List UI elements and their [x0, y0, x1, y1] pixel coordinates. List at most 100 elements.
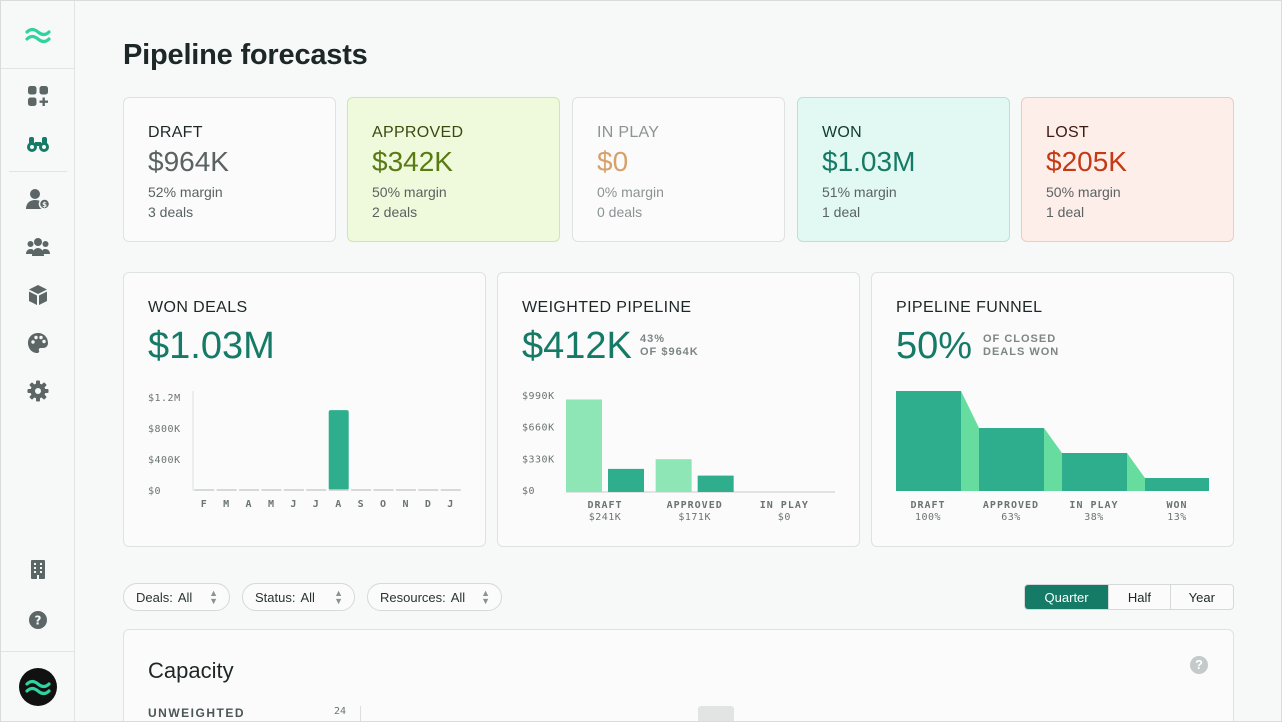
x-tick-label: DRAFT — [910, 500, 945, 511]
filter-key: Deals: — [136, 589, 173, 605]
user-dollar-icon[interactable]: $ — [24, 185, 52, 213]
app-logo[interactable] — [1, 1, 74, 69]
x-tick-value: 38% — [1084, 512, 1104, 523]
weighted-pipeline-card: WEIGHTED PIPELINE $412K 43% OF $964K $0 $… — [497, 272, 860, 547]
y-tick-label: $1.2M — [148, 393, 181, 404]
x-tick-value: 100% — [915, 512, 941, 523]
x-tick-label: APPROVED — [667, 500, 723, 511]
stat-margin: 50% margin — [372, 184, 447, 200]
app-window: $ ? Pipeline forecasts DRAFT $964K 52% m… — [0, 0, 1282, 722]
stat-label: IN PLAY — [597, 124, 660, 141]
funnel-connector — [1044, 428, 1062, 491]
period-half-button[interactable]: Half — [1109, 585, 1171, 609]
stat-margin: 51% margin — [822, 184, 897, 200]
filter-value: All — [177, 589, 193, 605]
x-tick-value: 13% — [1167, 512, 1187, 523]
stat-value: $342K — [372, 146, 453, 177]
won-deals-chart: $0 $400K $800K $1.2M F M A M J J A S O N D J — [148, 391, 461, 510]
stat-deals: 1 deal — [1046, 204, 1085, 220]
sidebar-divider — [1, 651, 74, 652]
help-icon[interactable]: ? — [1190, 656, 1208, 674]
bar — [566, 399, 602, 492]
building-icon[interactable] — [24, 555, 52, 583]
resources-filter[interactable]: Resources: All ▲ ▼ — [367, 583, 502, 611]
page-title: Pipeline forecasts — [123, 39, 368, 71]
funnel-block — [1062, 453, 1127, 491]
y-tick-label: $990K — [522, 391, 555, 402]
period-toggle: Quarter Half Year — [1024, 584, 1234, 610]
x-tick-label: F — [201, 499, 208, 510]
sidebar-divider — [9, 171, 67, 172]
capacity-tick: 24 — [334, 706, 347, 717]
help-icon[interactable]: ? — [24, 606, 52, 634]
gear-icon[interactable] — [24, 377, 52, 405]
weighted-pipeline-chart: $0 $330K $660K $990K DRAFT$241K APPROVED$171K… — [522, 391, 835, 523]
x-tick-label: S — [358, 499, 365, 510]
stat-card-draft[interactable]: DRAFT $964K 52% margin 3 deals — [123, 97, 336, 242]
filter-value: All — [300, 589, 315, 605]
bar — [655, 459, 692, 492]
deals-filter[interactable]: Deals: All ▲ ▼ — [123, 583, 230, 611]
x-tick-label: D — [425, 499, 432, 510]
funnel-connector — [961, 391, 979, 491]
filter-value: All — [450, 589, 466, 605]
box-icon[interactable] — [24, 281, 52, 309]
capacity-title: Capacity — [148, 658, 234, 683]
stat-card-approved[interactable]: APPROVED $342K 50% margin 2 deals — [347, 97, 560, 242]
wave-logo-icon — [25, 679, 51, 696]
won-deals-card: WON DEALS $1.03M $0 $400K $800K $1.2M F M A M J J… — [123, 272, 486, 547]
stat-label: APPROVED — [372, 124, 464, 141]
bar — [608, 468, 644, 492]
bar — [697, 475, 734, 492]
x-tick-label: IN PLAY — [1069, 500, 1118, 511]
capacity-bar — [698, 706, 734, 721]
funnel-block — [979, 428, 1044, 491]
capacity-axis — [360, 706, 361, 721]
funnel-connector — [1127, 453, 1145, 491]
period-quarter-button[interactable]: Quarter — [1025, 585, 1110, 609]
y-tick-label: $800K — [148, 424, 181, 435]
team-icon[interactable] — [24, 233, 52, 261]
chevron-up-down-icon: ▲ ▼ — [334, 588, 343, 606]
x-tick-value: $241K — [589, 512, 622, 523]
svg-text:$: $ — [42, 201, 47, 209]
wave-logo-icon — [24, 27, 51, 43]
stat-card-lost[interactable]: LOST $205K 50% margin 1 deal — [1021, 97, 1234, 242]
funnel-block — [1145, 478, 1209, 491]
stat-margin: 50% margin — [1046, 184, 1121, 200]
chevron-up-down-icon: ▲ ▼ — [209, 588, 218, 606]
stat-deals: 3 deals — [148, 204, 194, 220]
stat-label: WON — [822, 124, 863, 141]
stat-card-won[interactable]: WON $1.03M 51% margin 1 deal — [797, 97, 1010, 242]
x-tick-label: A — [335, 499, 342, 510]
stat-value: $964K — [148, 146, 229, 177]
x-tick-label: M — [268, 499, 275, 510]
svg-text:?: ? — [35, 614, 42, 628]
stat-label: DRAFT — [148, 124, 203, 141]
y-tick-label: $400K — [148, 455, 181, 466]
main-content: Pipeline forecasts DRAFT $964K 52% margi… — [75, 1, 1281, 721]
capacity-row-label: UNWEIGHTED — [148, 706, 245, 720]
x-tick-label: N — [402, 499, 409, 510]
period-year-button[interactable]: Year — [1171, 585, 1233, 609]
palette-icon[interactable] — [24, 329, 52, 357]
x-tick-label: APPROVED — [983, 500, 1039, 511]
binoculars-icon[interactable] — [24, 130, 52, 158]
stat-deals: 2 deals — [372, 204, 418, 220]
stat-value: $0 — [597, 146, 629, 177]
stat-deals: 0 deals — [597, 204, 643, 220]
sidebar: $ ? — [1, 1, 75, 721]
apps-add-icon[interactable] — [24, 82, 52, 110]
avatar[interactable] — [19, 668, 57, 706]
stat-value: $1.03M — [822, 146, 916, 177]
status-filter[interactable]: Status: All ▲ ▼ — [242, 583, 355, 611]
filter-key: Status: — [255, 589, 296, 605]
x-tick-label: J — [313, 499, 320, 510]
capacity-card: Capacity ? UNWEIGHTED 24 — [123, 629, 1234, 721]
stat-card-in-play[interactable]: IN PLAY $0 0% margin 0 deals — [572, 97, 785, 242]
x-tick-label: M — [223, 499, 230, 510]
x-tick-value: $0 — [778, 512, 791, 523]
x-tick-value: 63% — [1001, 512, 1021, 523]
pipeline-funnel-card: PIPELINE FUNNEL 50% OF CLOSED DEALS WON … — [871, 272, 1234, 547]
stat-margin: 0% margin — [597, 184, 664, 200]
